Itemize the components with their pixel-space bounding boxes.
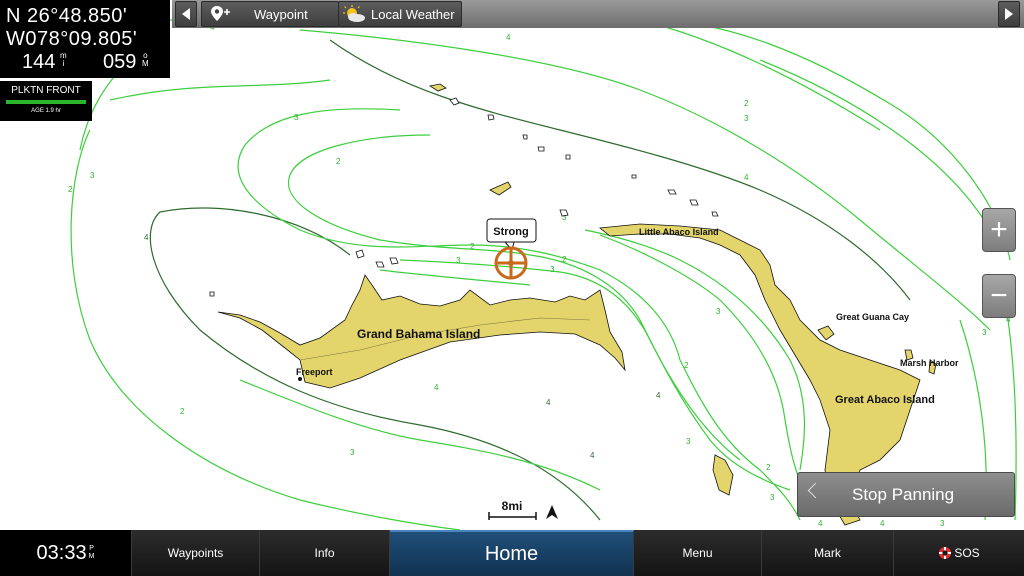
svg-text:4: 4 [656,391,661,400]
distance-value: 144 [22,51,56,73]
scroll-right-button[interactable] [998,1,1020,27]
clock-time: 03:33 [36,541,87,564]
svg-text:3: 3 [686,437,691,446]
svg-text:3: 3 [456,256,461,265]
top-toolbar: Waypoint Local Weather [172,0,1024,28]
latitude: N 26°48.850' [6,5,128,27]
svg-text:4: 4 [744,173,749,182]
svg-text:2: 2 [180,407,185,416]
svg-text:3: 3 [550,265,555,274]
bearing-value: 059 [103,51,137,73]
svg-text:3: 3 [716,307,721,316]
label-marsh-harbor: Marsh Harbor [900,358,959,368]
waypoint-label: Waypoint [254,6,308,22]
mark-button[interactable]: Mark [762,530,894,576]
svg-text:3: 3 [350,448,355,457]
svg-text:2: 2 [470,242,475,251]
svg-text:4: 4 [590,451,595,460]
info-button[interactable]: Info [260,530,390,576]
position-readout: N 26°48.850' W078°09.805' 144 mi 059 oM [0,0,170,78]
svg-text:4: 4 [434,383,439,392]
stop-panning-button[interactable]: Stop Panning [797,472,1015,517]
svg-text:4: 4 [144,233,149,242]
svg-text:2: 2 [562,255,567,264]
plus-icon: + [990,213,1008,246]
sos-label: SOS [954,546,980,560]
weather-overlay-box[interactable]: PLKTN FRONT AGE 1.9 hr [0,81,92,121]
chart-canvas[interactable]: 4 4 2 3 4 3 2 3 2 4 3 2 3 2 3 2 3 4 4 4 … [0,0,1024,530]
chart-map[interactable]: 4 4 2 3 4 3 2 3 2 4 3 2 3 2 3 2 3 4 4 4 … [0,0,1024,530]
local-weather-button[interactable]: Local Weather [338,1,462,27]
distance-unit: mi [60,51,67,68]
label-grand-bahama: Grand Bahama Island [357,327,480,341]
clock: 03:33 PM [0,530,132,576]
waypoint-add-icon [211,6,230,21]
zoom-out-button[interactable]: − [982,274,1016,318]
home-button[interactable]: Home [390,530,634,576]
svg-text:3: 3 [90,171,95,180]
label-little-abaco: Little Abaco Island [639,227,719,237]
sos-button[interactable]: SOS [894,530,1024,576]
local-weather-label: Local Weather [371,6,455,22]
label-great-abaco: Great Abaco Island [835,394,935,406]
svg-text:2: 2 [68,185,73,194]
waypoints-button[interactable]: Waypoints [132,530,260,576]
svg-text:3: 3 [770,493,775,502]
scroll-left-button[interactable] [175,1,197,27]
overlay-title: PLKTN FRONT [11,85,81,96]
svg-text:3: 3 [744,114,749,123]
overlay-age: AGE 1.9 hr [31,108,61,114]
menu-button[interactable]: Menu [634,530,762,576]
svg-text:2: 2 [684,361,689,370]
bottom-nav-bar: 03:33 PM Waypoints Info Home Menu Mark S… [0,530,1024,576]
svg-text:4: 4 [506,33,511,42]
svg-text:3: 3 [982,328,987,337]
svg-text:8mi: 8mi [502,499,523,513]
label-freeport: Freeport [296,367,333,377]
label-great-guana: Great Guana Cay [836,312,909,322]
svg-text:2: 2 [744,99,749,108]
marker-callout: Strong [493,226,528,238]
longitude: W078°09.805' [6,28,138,50]
svg-text:2: 2 [336,157,341,166]
arrow-right-icon [1005,8,1013,20]
minus-icon: − [990,279,1008,312]
bearing-unit: oM [142,51,149,68]
arrow-left-icon [182,8,190,20]
clock-ampm: PM [88,545,95,560]
svg-text:3: 3 [294,113,299,122]
overlay-bar [6,100,86,104]
svg-text:2: 2 [766,463,771,472]
chevron-left-icon [807,482,824,499]
weather-icon [343,5,365,22]
svg-text:3: 3 [940,519,945,528]
lifebuoy-icon [939,547,952,559]
zoom-in-button[interactable]: + [982,208,1016,252]
svg-text:4: 4 [818,519,823,528]
svg-text:4: 4 [880,519,885,528]
stop-panning-label: Stop Panning [852,485,955,504]
svg-text:4: 4 [546,398,551,407]
waypoint-button[interactable]: Waypoint [201,1,339,27]
